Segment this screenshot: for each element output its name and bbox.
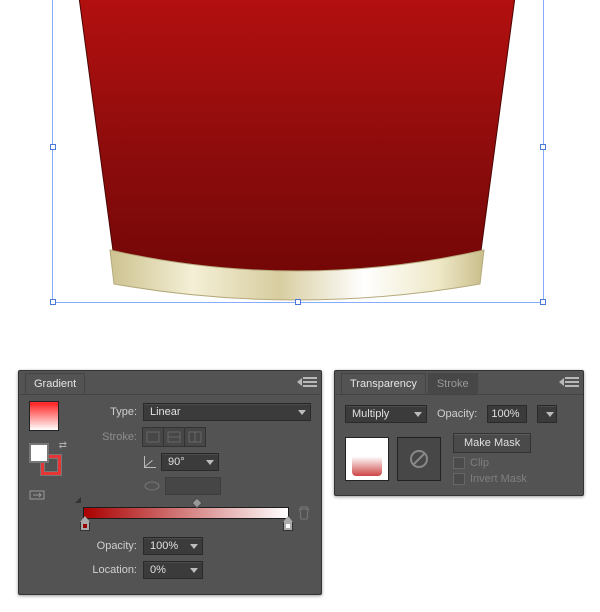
blend-mode-value: Multiply <box>352 408 408 420</box>
opacity-input[interactable] <box>488 407 526 421</box>
chevron-down-icon <box>206 460 214 465</box>
chevron-down-icon <box>298 410 306 415</box>
type-label: Type: <box>83 406 137 418</box>
tab-stroke[interactable]: Stroke <box>428 373 478 394</box>
panel-tabbar: Transparency Stroke <box>335 371 583 395</box>
stroke-within-icon[interactable] <box>142 427 164 447</box>
clip-label: Clip <box>470 457 489 469</box>
gradient-stop-start[interactable] <box>80 521 90 533</box>
gradient-panel: Gradient ⇄ Type: Linear Stroke: <box>18 370 322 595</box>
chevron-down-icon <box>190 568 198 573</box>
stop-location-label: Location: <box>83 564 137 576</box>
artwork-cup <box>50 0 544 320</box>
gradient-angle-field[interactable]: 90° <box>161 453 219 471</box>
make-mask-button[interactable]: Make Mask <box>453 433 531 453</box>
opacity-field[interactable] <box>487 405 527 423</box>
gradient-stop-end[interactable] <box>283 521 293 533</box>
mask-preview-group <box>345 433 441 485</box>
delete-stop-icon[interactable] <box>297 505 311 521</box>
gradient-ramp-bar[interactable] <box>83 507 289 519</box>
panel-tabbar: Gradient <box>19 371 321 395</box>
clip-checkbox-row[interactable]: Clip <box>453 457 489 469</box>
mask-thumbnail-empty[interactable] <box>397 437 441 481</box>
object-thumbnail[interactable] <box>345 437 389 481</box>
stroke-across-icon[interactable] <box>184 427 206 447</box>
gradient-type-dropdown[interactable]: Linear <box>143 403 311 421</box>
panel-menu-icon[interactable] <box>303 376 317 388</box>
tab-transparency[interactable]: Transparency <box>341 373 426 394</box>
opacity-label: Opacity: <box>437 408 477 420</box>
aspect-ratio-field <box>165 477 221 495</box>
stop-location-field[interactable]: 0% <box>143 561 203 579</box>
gradient-angle-value: 90° <box>168 456 200 468</box>
opacity-slider-caret[interactable] <box>537 405 557 423</box>
chevron-down-icon <box>414 412 422 417</box>
stop-location-value: 0% <box>150 564 184 576</box>
clip-checkbox[interactable] <box>453 457 465 469</box>
chevron-down-icon <box>190 544 198 549</box>
gradient-type-value: Linear <box>150 406 292 418</box>
stop-opacity-value: 100% <box>150 540 184 552</box>
invert-mask-label: Invert Mask <box>470 473 527 485</box>
chevron-down-icon <box>546 412 554 417</box>
stroke-gradient-mode-group <box>143 427 206 447</box>
blend-mode-dropdown[interactable]: Multiply <box>345 405 427 423</box>
tab-gradient[interactable]: Gradient <box>25 373 85 394</box>
gradient-ramp[interactable] <box>83 503 311 533</box>
panel-menu-icon[interactable] <box>565 376 579 388</box>
stop-opacity-field[interactable]: 100% <box>143 537 203 555</box>
transparency-panel: Transparency Stroke Multiply Opacity: <box>334 370 584 496</box>
canvas-area[interactable] <box>0 0 600 362</box>
stroke-along-icon[interactable] <box>163 427 185 447</box>
angle-icon <box>143 455 157 469</box>
aspect-ratio-icon <box>143 479 161 493</box>
invert-mask-checkbox-row[interactable]: Invert Mask <box>453 473 527 485</box>
invert-mask-checkbox[interactable] <box>453 473 465 485</box>
stroke-label: Stroke: <box>83 431 137 443</box>
stop-opacity-label: Opacity: <box>83 540 137 552</box>
